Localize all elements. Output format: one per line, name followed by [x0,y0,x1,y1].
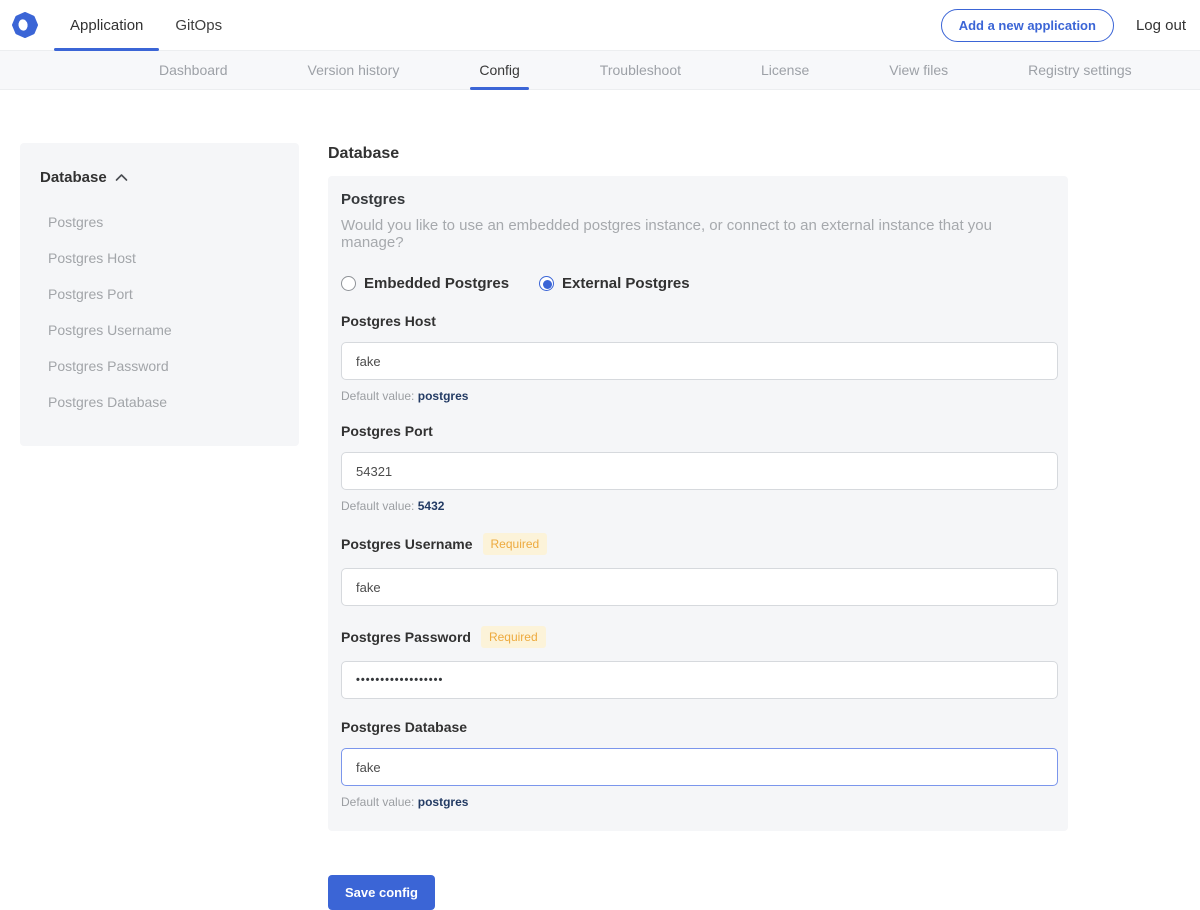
postgres-username-input[interactable] [341,568,1058,606]
postgres-database-input[interactable] [341,748,1058,786]
postgres-port-input[interactable] [341,452,1058,490]
postgres-database-default-helper: Default value: postgres [341,795,1057,809]
tab-config-label: Config [479,62,519,78]
sidebar-item-postgres-port[interactable]: Postgres Port [40,278,279,310]
tab-license-label: License [761,62,809,78]
config-sidebar: Database Postgres Postgres Host Postgres… [20,143,299,446]
tab-registry-settings[interactable]: Registry settings [1019,51,1140,89]
app-logo[interactable] [10,0,54,50]
field-postgres-host: Postgres Host Default value: postgres [341,313,1057,403]
radio-external-postgres-circle [539,276,554,291]
top-nav-spacer [238,0,941,50]
required-badge: Required [483,533,548,555]
tab-application[interactable]: Application [54,0,159,50]
postgres-host-label: Postgres Host [341,313,436,329]
sidebar-item-postgres[interactable]: Postgres [40,206,279,238]
postgres-host-input[interactable] [341,342,1058,380]
field-postgres-password: Postgres Password Required [341,626,1057,699]
group-title-postgres: Postgres [341,191,1057,208]
sidebar-item-postgres-host[interactable]: Postgres Host [40,242,279,274]
tab-view-files[interactable]: View files [880,51,957,89]
tab-license[interactable]: License [752,51,818,89]
sidebar-item-postgres-database[interactable]: Postgres Database [40,386,279,418]
config-page-content: Database Postgres Postgres Host Postgres… [0,90,1200,910]
radio-external-postgres-label: External Postgres [562,275,690,292]
radio-embedded-postgres-label: Embedded Postgres [364,275,509,292]
radio-external-postgres[interactable]: External Postgres [539,275,690,292]
radio-embedded-postgres-circle [341,276,356,291]
tab-dashboard[interactable]: Dashboard [150,51,237,89]
tab-gitops[interactable]: GitOps [159,0,238,50]
tab-gitops-label: GitOps [175,17,222,34]
add-new-application-button[interactable]: Add a new application [941,9,1114,42]
app-sub-nav: Dashboard Version history Config Trouble… [0,51,1200,90]
tab-version-history[interactable]: Version history [299,51,409,89]
tab-config[interactable]: Config [470,51,528,89]
radio-embedded-postgres[interactable]: Embedded Postgres [341,275,509,292]
default-value-text: postgres [418,389,469,403]
sidebar-group-database[interactable]: Database [40,169,279,186]
top-nav-bar: Application GitOps Add a new application… [0,0,1200,51]
postgres-password-input[interactable] [341,661,1058,699]
postgres-database-label: Postgres Database [341,719,467,735]
database-config-group: Postgres Would you like to use an embedd… [328,176,1068,831]
chevron-up-icon [115,173,128,182]
sidebar-item-postgres-username[interactable]: Postgres Username [40,314,279,346]
default-value-prefix: Default value: [341,795,414,809]
postgres-host-default-helper: Default value: postgres [341,389,1057,403]
field-postgres-username: Postgres Username Required [341,533,1057,606]
sidebar-item-postgres-password[interactable]: Postgres Password [40,350,279,382]
group-description: Would you like to use an embedded postgr… [341,217,1057,251]
page-title: Database [328,145,1068,163]
tab-registry-settings-label: Registry settings [1028,62,1131,78]
tab-troubleshoot-label: Troubleshoot [600,62,681,78]
postgres-password-label: Postgres Password [341,629,471,645]
top-nav-tabs: Application GitOps [54,0,238,50]
tab-application-label: Application [70,17,143,34]
field-postgres-port: Postgres Port Default value: 5432 [341,423,1057,513]
default-value-prefix: Default value: [341,499,414,513]
default-value-text: postgres [418,795,469,809]
sidebar-group-database-label: Database [40,169,107,186]
postgres-port-default-helper: Default value: 5432 [341,499,1057,513]
field-postgres-database: Postgres Database Default value: postgre… [341,719,1057,809]
config-main-column: Database Postgres Would you like to use … [328,143,1068,910]
default-value-prefix: Default value: [341,389,414,403]
tab-troubleshoot[interactable]: Troubleshoot [591,51,690,89]
top-nav-right: Add a new application Log out [941,0,1186,50]
postgres-mode-radio-group: Embedded Postgres External Postgres [341,275,1057,292]
kots-logo-icon [12,12,38,38]
save-config-button[interactable]: Save config [328,875,435,910]
tab-dashboard-label: Dashboard [159,62,228,78]
default-value-text: 5432 [418,499,445,513]
postgres-username-label: Postgres Username [341,536,473,552]
logout-link[interactable]: Log out [1136,17,1186,34]
postgres-port-label: Postgres Port [341,423,433,439]
tab-view-files-label: View files [889,62,948,78]
tab-version-history-label: Version history [308,62,400,78]
required-badge: Required [481,626,546,648]
